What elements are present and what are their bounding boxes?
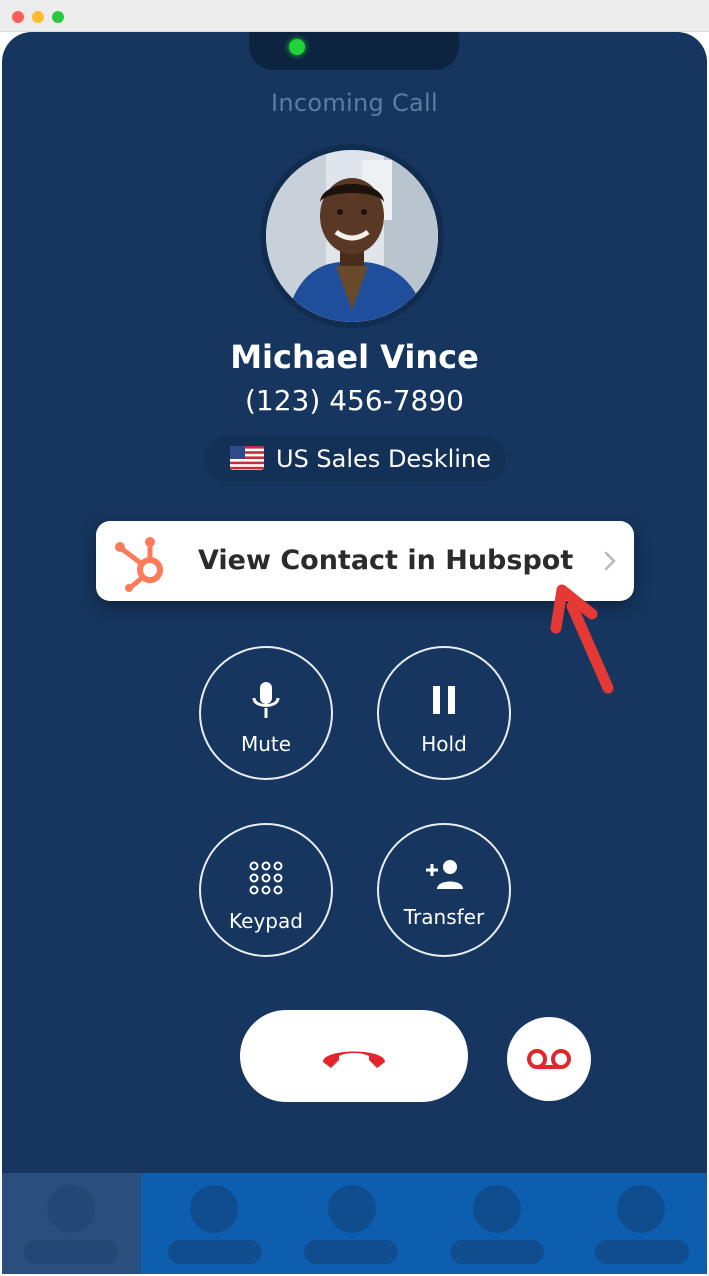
tab-4[interactable] <box>423 1173 564 1274</box>
hubspot-button-label: View Contact in Hubspot <box>198 545 574 576</box>
voicemail-icon <box>526 1044 572 1074</box>
zoom-window-button[interactable] <box>52 11 64 23</box>
tab-2-icon <box>190 1185 238 1233</box>
keypad-button[interactable]: Keypad <box>199 823 333 957</box>
transfer-label: Transfer <box>403 905 485 929</box>
voicemail-button[interactable] <box>507 1017 591 1101</box>
status-led <box>289 39 305 55</box>
tab-1[interactable] <box>2 1173 141 1274</box>
tab-3[interactable] <box>282 1173 423 1274</box>
end-call-button[interactable] <box>240 1010 468 1102</box>
mute-button[interactable]: Mute <box>199 646 333 780</box>
transfer-button[interactable]: Transfer <box>377 823 511 957</box>
hold-label: Hold <box>421 732 467 756</box>
line-label: US Sales Deskline <box>276 445 491 473</box>
phone-notch <box>249 32 459 70</box>
keypad-label: Keypad <box>229 909 303 933</box>
keypad-icon <box>249 861 283 899</box>
tab-2[interactable] <box>141 1173 282 1274</box>
tab-5-label <box>595 1240 689 1264</box>
mute-label: Mute <box>240 732 292 756</box>
phone-screen: Incoming Call Michael Vince (123) 456-78… <box>2 32 707 1274</box>
tab-4-label <box>450 1240 544 1264</box>
hang-up-icon <box>319 1038 389 1074</box>
tab-3-label <box>304 1240 398 1264</box>
tab-5-icon <box>617 1185 665 1233</box>
caller-avatar <box>266 150 438 322</box>
pause-icon <box>431 686 457 718</box>
red-arrow-annotation-icon <box>548 584 628 696</box>
hold-button[interactable]: Hold <box>377 646 511 780</box>
tab-1-icon <box>47 1185 95 1233</box>
app-window: Incoming Call Michael Vince (123) 456-78… <box>0 0 709 1276</box>
microphone-icon <box>251 682 281 724</box>
tab-4-icon <box>473 1185 521 1233</box>
tab-2-label <box>168 1240 262 1264</box>
us-flag-icon <box>230 446 264 470</box>
tab-3-icon <box>328 1185 376 1233</box>
chevron-right-icon <box>602 551 618 571</box>
bottom-tab-bar <box>2 1173 707 1274</box>
call-status: Incoming Call <box>271 89 438 117</box>
add-person-icon <box>424 859 464 893</box>
hubspot-logo-icon <box>112 531 174 593</box>
tab-5[interactable] <box>564 1173 707 1274</box>
caller-number: (123) 456-7890 <box>245 384 464 417</box>
caller-name: Michael Vince <box>230 338 479 376</box>
tab-1-label <box>24 1240 118 1264</box>
close-window-button[interactable] <box>12 11 24 23</box>
window-titlebar <box>0 0 709 32</box>
minimize-window-button[interactable] <box>32 11 44 23</box>
line-badge: US Sales Deskline <box>204 436 506 482</box>
